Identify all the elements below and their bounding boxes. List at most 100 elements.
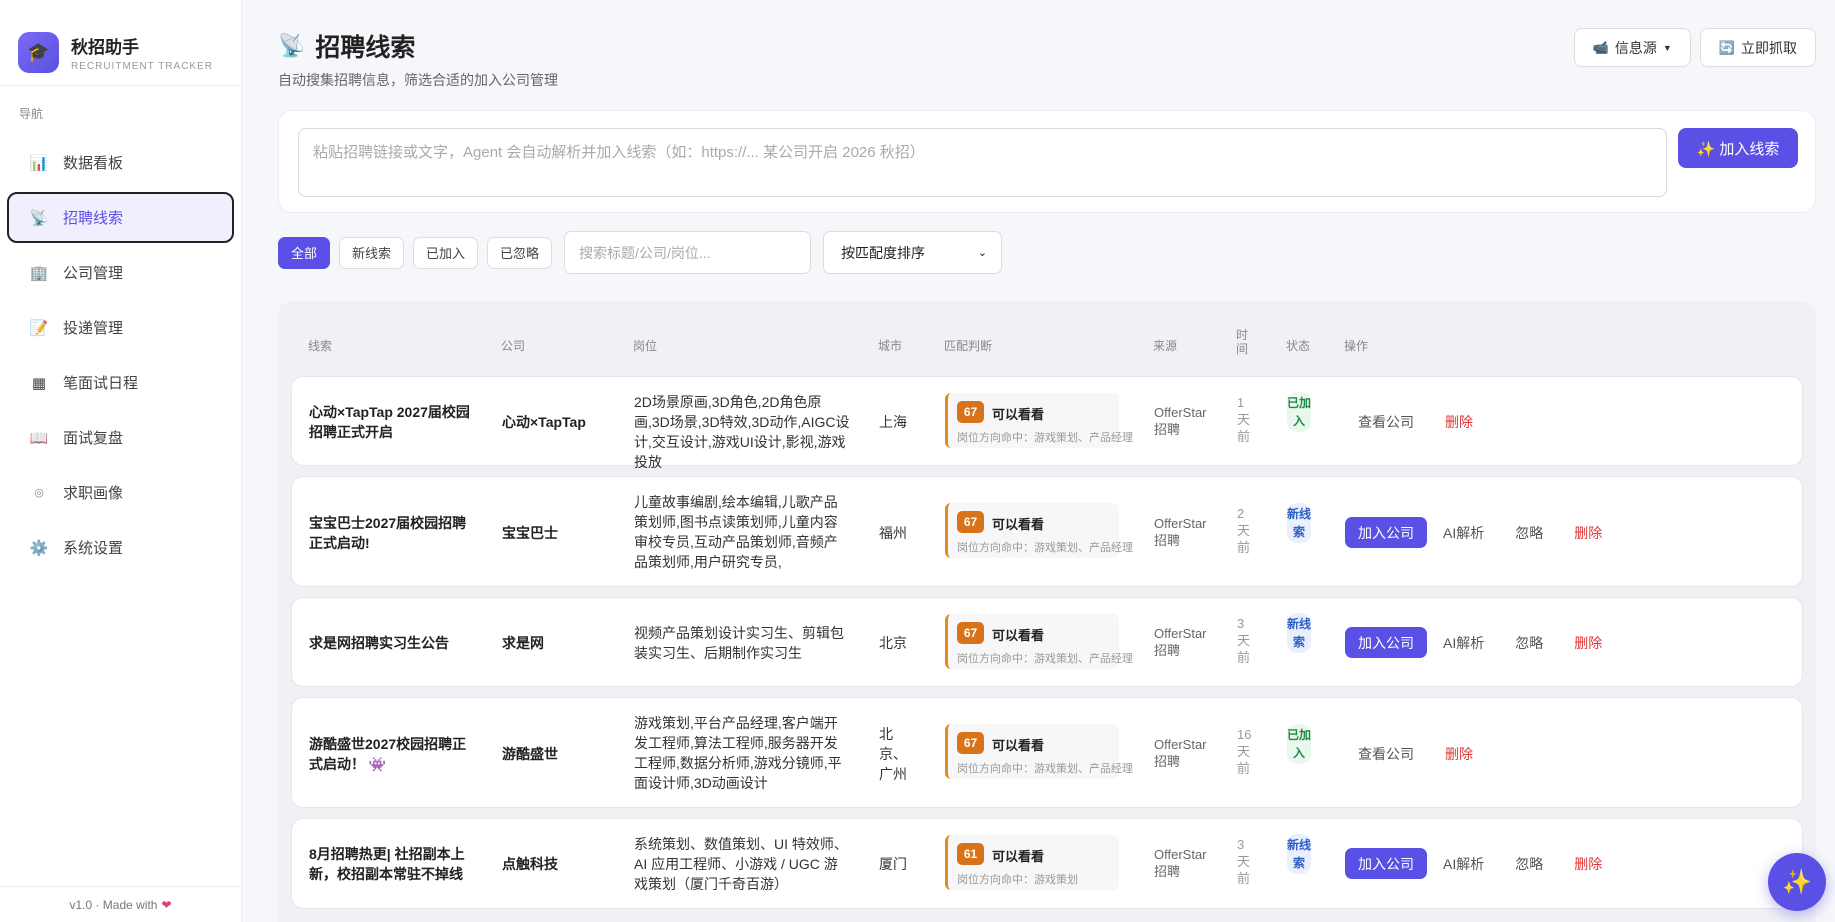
lead-input-card: 粘贴招聘链接或文字，Agent 会自动解析并加入线索（如：https://...… (278, 110, 1816, 213)
calendar-grid-icon: ▦ (31, 374, 47, 392)
satellite-icon: 📡 (29, 209, 49, 227)
column-header-position: 岗位 (633, 339, 658, 353)
page-header: 📡 招聘线索 自动搜集招聘信息，筛选合适的加入公司管理 (278, 28, 558, 90)
position-list: 游戏策划,平台产品经理,客户端开发工程师,算法工程师,服务器开发工程师,数据分析… (634, 715, 842, 791)
brand-title: 秋招助手 (71, 37, 139, 57)
row-actions: 加入公司 AI解析 忽略 删除 (1345, 848, 1602, 879)
status-badge: 新线索 (1287, 503, 1311, 543)
match-hit-text: 岗位方向命中：游戏策划、产品经理 (957, 432, 1133, 444)
sidebar-item-schedule[interactable]: ▦ 笔面试日程 (7, 357, 234, 408)
ignore-link[interactable]: 忽略 (1515, 523, 1543, 543)
fetch-now-button[interactable]: 🔄 立即抓取 (1699, 28, 1816, 67)
ai-parse-link[interactable]: AI解析 (1443, 633, 1484, 653)
sidebar-item-label: 数据看板 (63, 155, 124, 172)
delete-link[interactable]: 删除 (1574, 854, 1602, 874)
delete-link[interactable]: 删除 (1574, 633, 1602, 653)
memo-icon: 📝 (29, 319, 49, 337)
sidebar-item-leads[interactable]: 📡 招聘线索 (7, 192, 234, 243)
lead-paste-textarea[interactable]: 粘贴招聘链接或文字，Agent 会自动解析并加入线索（如：https://...… (298, 128, 1667, 197)
sidebar-item-label: 面试复盘 (63, 430, 124, 447)
lead-title[interactable]: 游酷盛世2027校园招聘正式启动！ 👾 (309, 734, 477, 774)
camera-icon: 📹 (1592, 39, 1609, 55)
lead-title[interactable]: 求是网招聘实习生公告 (309, 633, 477, 653)
status-badge: 新线索 (1287, 613, 1311, 653)
view-company-link[interactable]: 查看公司 (1358, 744, 1414, 764)
match-hit-text: 岗位方向命中：游戏策划、产品经理 (957, 653, 1133, 665)
page-subtitle: 自动搜集招聘信息，筛选合适的加入公司管理 (278, 72, 558, 88)
join-company-button[interactable]: 加入公司 (1345, 627, 1427, 658)
column-header-source: 来源 (1153, 339, 1178, 353)
nav-section-label: 导航 (19, 107, 44, 121)
ai-parse-link[interactable]: AI解析 (1443, 523, 1484, 543)
gear-icon: ⚙️ (29, 539, 49, 557)
match-score: 61 (957, 843, 984, 865)
table-row: 游酷盛世2027校园招聘正式启动！ 👾 游酷盛世 游戏策划,平台产品经理,客户端… (291, 697, 1803, 808)
header-actions: 📹 信息源 ▼ 🔄 立即抓取 (1573, 28, 1816, 67)
sidebar-item-companies[interactable]: 🏢 公司管理 (7, 247, 234, 298)
graduation-cap-icon: 🎓 (18, 31, 59, 73)
heart-icon: ❤ (161, 897, 172, 912)
sparkles-icon[interactable]: ✨ (1768, 853, 1826, 911)
sidebar-item-dashboard[interactable]: 📊 数据看板 (7, 137, 234, 188)
brand: 🎓 秋招助手 RECRUITMENT TRACKER (0, 0, 241, 86)
sidebar-item-review[interactable]: 📖 面试复盘 (7, 412, 234, 463)
sidebar: 🎓 秋招助手 RECRUITMENT TRACKER 导航 📊 数据看板 📡 招… (0, 0, 242, 922)
row-actions: 加入公司 AI解析 忽略 删除 (1345, 627, 1602, 658)
delete-link[interactable]: 删除 (1445, 412, 1473, 432)
satellite-icon: 📡 (278, 33, 306, 58)
sort-select[interactable]: 按匹配度排序 ⌄ (823, 231, 1003, 274)
filter-chip-ignored[interactable]: 已忽略 (487, 236, 553, 269)
filter-chip-all[interactable]: 全部 (278, 236, 331, 269)
lead-title[interactable]: 心动×TapTap 2027届校园招聘正式开启 (309, 402, 477, 442)
match-hit-text: 岗位方向命中：游戏策划、产品经理 (957, 542, 1133, 554)
table-header: 线索 公司 岗位 城市 匹配判断 来源 时间 状态 操作 (278, 328, 1816, 361)
table-row: 宝宝巴士2027届校园招聘正式启动! 宝宝巴士 儿童故事编剧,绘本编辑,儿歌产品… (291, 476, 1803, 587)
lead-title[interactable]: 8月招聘热更| 社招副本上新，校招副本常驻不掉线 (309, 844, 477, 884)
source: OfferStar 招聘 (1154, 405, 1207, 437)
delete-link[interactable]: 删除 (1445, 744, 1473, 764)
search-input[interactable]: 搜索标题/公司/岗位... (564, 231, 812, 274)
join-company-button[interactable]: 加入公司 (1345, 517, 1427, 548)
sidebar-item-applications[interactable]: 📝 投递管理 (7, 302, 234, 353)
ignore-link[interactable]: 忽略 (1515, 633, 1543, 653)
source: OfferStar 招聘 (1154, 626, 1207, 658)
target-icon: ◎ (34, 487, 44, 499)
sidebar-item-profile[interactable]: ◎ 求职画像 (7, 467, 234, 518)
lead-title[interactable]: 宝宝巴士2027届校园招聘正式启动! (309, 513, 477, 553)
column-header-match: 匹配判断 (944, 339, 993, 353)
main-content: 📡 招聘线索 自动搜集招聘信息，筛选合适的加入公司管理 📹 信息源 ▼ 🔄 立即… (242, 0, 1835, 922)
source-dropdown-button[interactable]: 📹 信息源 ▼ (1573, 28, 1691, 67)
position-list: 儿童故事编剧,绘本编辑,儿歌产品策划师,图书点读策划师,儿童内容审校专员,互动产… (634, 494, 838, 570)
fetch-button-label: 立即抓取 (1741, 39, 1797, 56)
page-title: 📡 招聘线索 (278, 28, 558, 64)
time: 3 天 前 (1237, 837, 1251, 886)
filter-chip-new[interactable]: 新线索 (339, 236, 405, 269)
join-company-button[interactable]: 加入公司 (1345, 848, 1427, 879)
match-box: 61 可以看看 岗位方向命中：游戏策划 (945, 835, 1119, 890)
company-name: 宝宝巴士 (502, 525, 558, 541)
city: 上海 (879, 414, 907, 430)
source: OfferStar 招聘 (1154, 847, 1207, 879)
match-box: 67 可以看看 岗位方向命中：游戏策划、产品经理 (945, 393, 1133, 448)
filter-chip-added[interactable]: 已加入 (413, 236, 479, 269)
delete-link[interactable]: 删除 (1574, 523, 1602, 543)
sidebar-nav: 📊 数据看板 📡 招聘线索 🏢 公司管理 📝 投递管理 ▦ 笔面试日程 📖 面试… (0, 137, 241, 573)
row-actions: 查看公司 删除 (1358, 744, 1473, 764)
page-title-text: 招聘线索 (315, 34, 416, 62)
ignore-link[interactable]: 忽略 (1515, 854, 1543, 874)
sidebar-item-settings[interactable]: ⚙️ 系统设置 (7, 522, 234, 573)
city: 厦门 (879, 856, 907, 872)
match-score: 67 (957, 511, 984, 533)
view-company-link[interactable]: 查看公司 (1358, 412, 1414, 432)
book-icon: 📖 (29, 429, 49, 447)
version-text: v1.0 · Made with (69, 897, 158, 912)
ai-parse-link[interactable]: AI解析 (1443, 854, 1484, 874)
sidebar-item-label: 求职画像 (63, 485, 124, 502)
column-header-company: 公司 (501, 339, 526, 353)
sidebar-item-label: 投递管理 (63, 320, 124, 337)
sort-select-value: 按匹配度排序 (841, 244, 926, 261)
column-header-actions: 操作 (1344, 339, 1369, 353)
company-name: 心动×TapTap (502, 414, 586, 430)
column-header-lead: 线索 (308, 339, 333, 353)
add-lead-button[interactable]: ✨ 加入线索 (1678, 128, 1798, 168)
